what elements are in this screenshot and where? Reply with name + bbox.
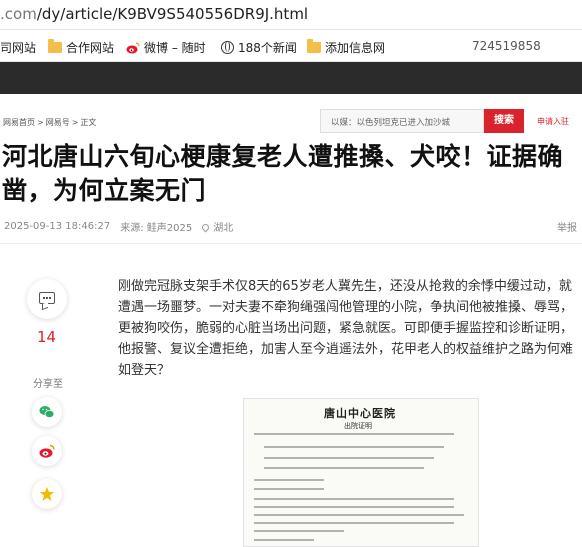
- breadcrumb: 网易首页 > 网易号 > 正文: [3, 117, 96, 128]
- comment-button[interactable]: [27, 279, 67, 319]
- article-paragraph: 刚做完冠脉支架手术仅8天的65岁老人冀先生，还没从抢救的余悸中缓过动，就遭遇一场…: [118, 279, 574, 378]
- bookmark-item[interactable]: 合作网站: [48, 39, 114, 56]
- bookmark-label: 添加信息网: [325, 41, 386, 55]
- url-domain: .com: [0, 5, 37, 23]
- hospital-name: 唐山中心医院: [324, 407, 396, 420]
- share-label: 分享至: [33, 379, 63, 390]
- breadcrumb-separator: >: [71, 118, 79, 127]
- search-input[interactable]: 以媒：以色列坦克已进入加沙城: [320, 109, 484, 133]
- location: 湖北: [200, 219, 234, 234]
- divider: [0, 243, 582, 244]
- article-title: 河北唐山六旬心梗康复老人遭推搡、犬咬！证据确凿，为何立案无门: [2, 142, 564, 205]
- weibo-icon: [39, 444, 55, 458]
- share-wechat-button[interactable]: [32, 397, 62, 427]
- bookmark-item[interactable]: 司网站: [0, 39, 36, 56]
- location-pin-icon: [200, 222, 211, 233]
- globe-icon: [221, 41, 234, 54]
- location-text: 湖北: [213, 223, 234, 234]
- folder-icon: [48, 39, 62, 53]
- comment-icon: [39, 292, 55, 304]
- bookmark-label: 司网站: [0, 41, 37, 55]
- bookmark-item[interactable]: 724519858: [472, 39, 541, 53]
- bookmark-label: 微博 – 随时: [144, 41, 206, 55]
- bookmark-item[interactable]: 188个新闻: [221, 39, 297, 56]
- article-source[interactable]: 来源: 鲑声2025: [120, 219, 192, 234]
- publish-time: 2025-09-13 18:46:27: [4, 221, 111, 232]
- comment-count[interactable]: 14: [37, 328, 56, 346]
- bookmarks-bar: 司网站 合作网站 微博 – 随时 188个新闻 添加信息网 724519858: [0, 31, 582, 62]
- bookmark-label: 724519858: [472, 39, 541, 53]
- url-text[interactable]: .com/dy/article/K9BV9S540556DR9J.html: [0, 5, 308, 23]
- address-bar[interactable]: .com/dy/article/K9BV9S540556DR9J.html: [0, 0, 582, 30]
- wechat-icon: [39, 406, 55, 418]
- qzone-star-icon: [40, 487, 54, 501]
- document-type: 出院证明: [344, 422, 372, 430]
- article-meta: 2025-09-13 18:46:27 来源: 鲑声2025 湖北: [4, 219, 233, 234]
- discharge-certificate-image: 唐山中心医院 出院证明: [243, 398, 479, 547]
- report-link[interactable]: 举报: [557, 219, 577, 234]
- site-header: [0, 62, 582, 94]
- folder-icon: [307, 39, 321, 53]
- bookmark-label: 188个新闻: [238, 41, 297, 55]
- bookmark-item[interactable]: 添加信息网: [307, 39, 385, 56]
- bookmark-item[interactable]: 微博 – 随时: [126, 39, 206, 56]
- bookmark-label: 合作网站: [66, 41, 115, 55]
- weibo-icon: [126, 41, 140, 53]
- breadcrumb-item-current: 正文: [80, 118, 97, 127]
- share-weibo-button[interactable]: [32, 436, 62, 466]
- breadcrumb-item-home[interactable]: 网易首页: [3, 118, 35, 127]
- apply-link[interactable]: 申请入驻: [537, 116, 569, 127]
- breadcrumb-item-channel[interactable]: 网易号: [46, 118, 70, 127]
- breadcrumb-separator: >: [37, 118, 44, 127]
- share-qzone-button[interactable]: [32, 479, 62, 509]
- url-path: /dy/article/K9BV9S540556DR9J.html: [36, 5, 309, 23]
- search-button[interactable]: 搜索: [484, 109, 524, 133]
